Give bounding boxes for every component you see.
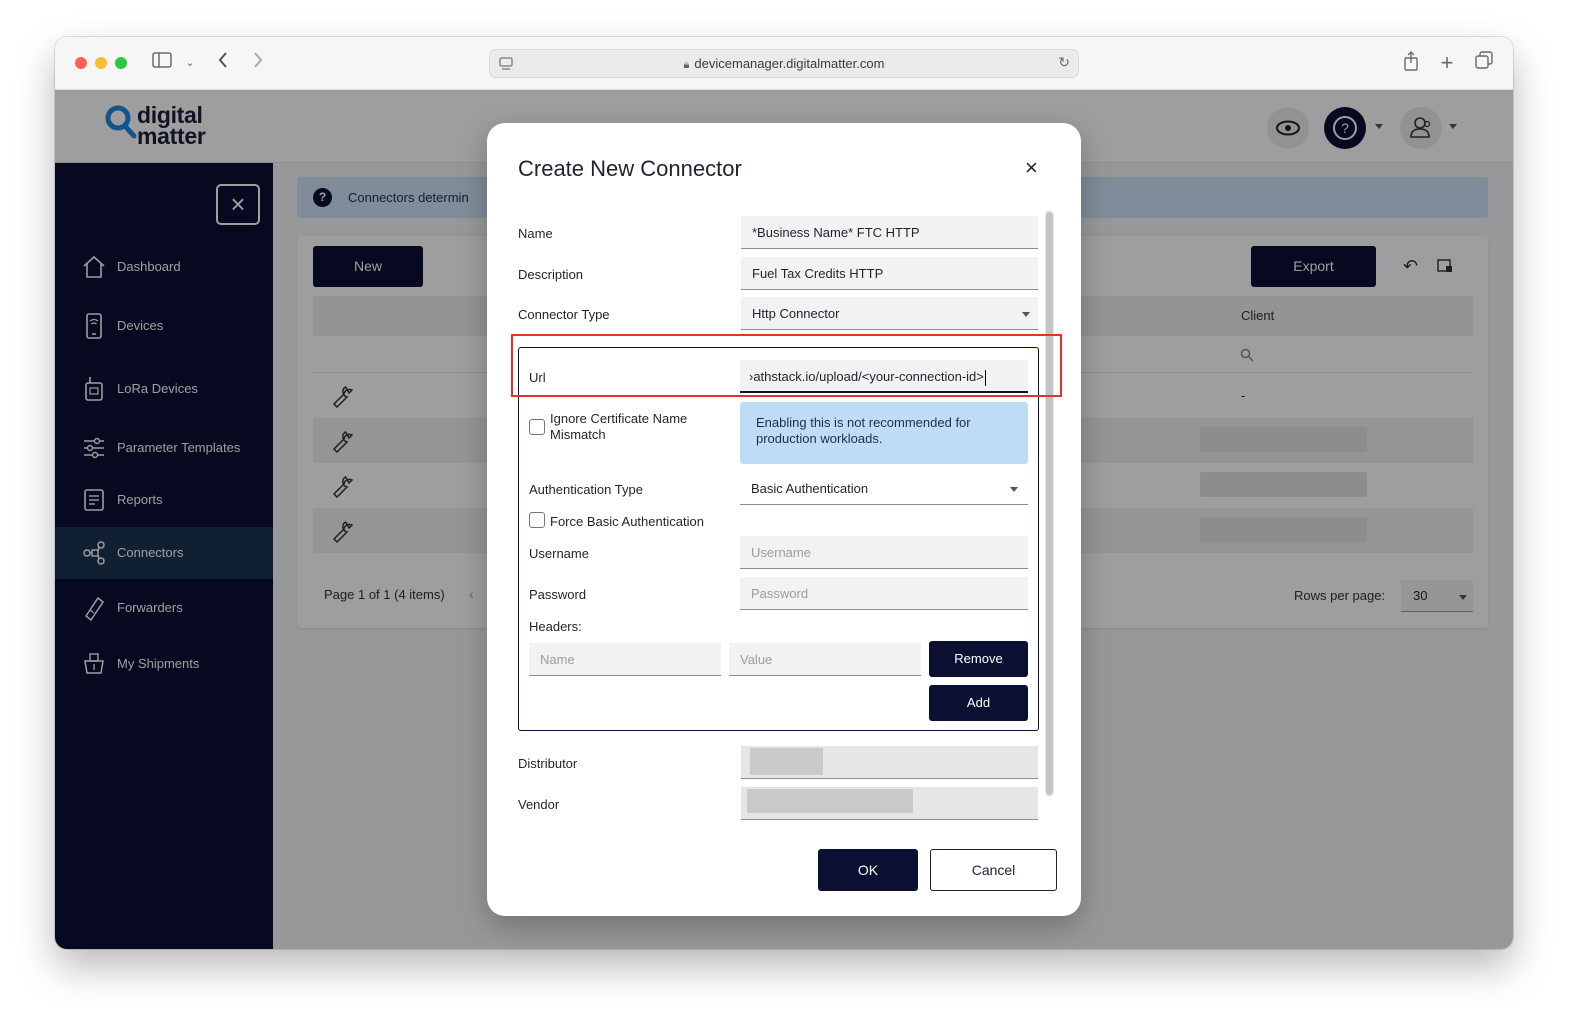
dialog-title: Create New Connector — [518, 156, 742, 181]
force-basic-auth-label: Force Basic Authentication — [550, 514, 704, 529]
header-value-field[interactable]: Value — [729, 643, 921, 676]
ignore-certificate-label: Ignore Certificate Name Mismatch — [550, 411, 688, 442]
url-text: devicemanager.digitalmatter.com — [694, 56, 885, 71]
back-icon[interactable] — [213, 51, 233, 75]
zoom-window-button[interactable] — [115, 57, 127, 69]
close-dialog-button[interactable]: × — [1025, 157, 1038, 179]
create-connector-dialog: Create New Connector × Name *Business Na… — [487, 123, 1081, 916]
info-text: Enabling this is not recommended for pro… — [756, 415, 971, 446]
chevron-down-icon — [1010, 487, 1018, 492]
password-label: Password — [529, 587, 587, 602]
username-field[interactable]: Username — [740, 536, 1028, 569]
authentication-type-label: Authentication Type — [529, 482, 643, 497]
username-label: Username — [529, 546, 589, 561]
chevron-down-icon[interactable]: ⌄ — [183, 51, 197, 75]
scrollbar-thumb[interactable] — [1046, 212, 1053, 795]
connector-type-value: Http Connector — [752, 306, 840, 321]
dialog-scrollbar[interactable] — [1045, 210, 1054, 797]
url-highlight-annotation — [511, 334, 1062, 397]
connector-type-select[interactable]: Http Connector — [741, 297, 1038, 330]
sidebar-toggle-icon[interactable] — [151, 51, 173, 75]
tab-overview-icon[interactable] — [1473, 51, 1495, 75]
cancel-button[interactable]: Cancel — [930, 849, 1057, 891]
vendor-value-placeholder — [747, 789, 913, 813]
forward-icon[interactable] — [248, 51, 268, 75]
chevron-down-icon — [1022, 312, 1030, 317]
authentication-type-select[interactable]: Basic Authentication — [740, 472, 1028, 505]
vendor-label: Vendor — [518, 797, 560, 812]
description-field[interactable]: Fuel Tax Credits HTTP — [741, 257, 1038, 290]
distributor-value-placeholder — [750, 748, 823, 775]
connector-type-label: Connector Type — [518, 307, 610, 322]
address-bar[interactable]: 🔒︎ devicemanager.digitalmatter.com ↻ — [489, 49, 1079, 78]
lock-icon: 🔒︎ — [683, 59, 690, 71]
address-url: 🔒︎ devicemanager.digitalmatter.com — [490, 50, 1078, 79]
distributor-label: Distributor — [518, 756, 578, 771]
minimize-window-button[interactable] — [95, 57, 107, 69]
add-header-button[interactable]: Add — [929, 685, 1028, 721]
name-field[interactable]: *Business Name* FTC HTTP — [741, 216, 1038, 249]
vendor-select[interactable] — [741, 787, 1038, 820]
description-label: Description — [518, 267, 584, 282]
remove-header-button[interactable]: Remove — [929, 641, 1028, 677]
browser-toolbar: ⌄ 🔒︎ devicemanager.digitalmatter.com ↻ + — [55, 37, 1513, 90]
distributor-select[interactable] — [741, 746, 1038, 779]
header-name-field[interactable]: Name — [529, 643, 721, 676]
headers-label: Headers: — [529, 619, 582, 634]
force-basic-auth-checkbox[interactable] — [529, 512, 545, 528]
password-field[interactable]: Password — [740, 577, 1028, 610]
authentication-type-value: Basic Authentication — [751, 481, 869, 496]
ignore-certificate-checkbox[interactable] — [529, 419, 545, 435]
reload-icon[interactable]: ↻ — [1058, 54, 1070, 71]
name-label: Name — [518, 226, 553, 241]
new-tab-icon[interactable]: + — [1436, 51, 1458, 75]
close-window-button[interactable] — [75, 57, 87, 69]
ignore-certificate-info: Enabling this is not recommended for pro… — [740, 402, 1028, 464]
ok-button[interactable]: OK — [818, 849, 918, 891]
share-icon[interactable] — [1400, 51, 1422, 75]
